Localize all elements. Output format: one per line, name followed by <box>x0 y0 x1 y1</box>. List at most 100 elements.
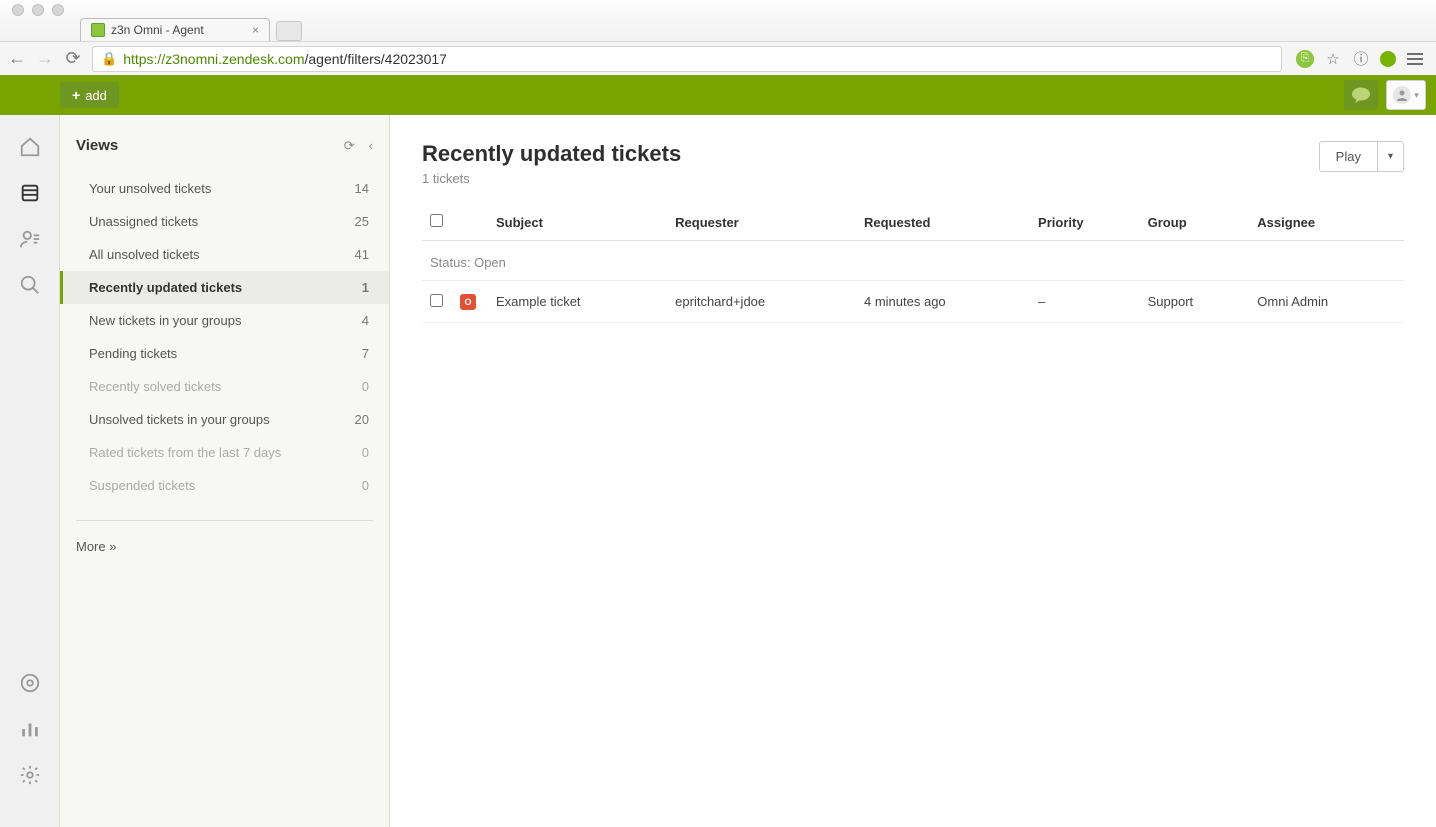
view-item[interactable]: Unassigned tickets 25 <box>60 205 389 238</box>
view-item-label: Unsolved tickets in your groups <box>89 412 270 427</box>
chat-button[interactable] <box>1344 80 1378 110</box>
home-icon[interactable] <box>18 135 42 159</box>
window-close-icon[interactable] <box>12 4 24 16</box>
row-checkbox[interactable] <box>430 294 443 307</box>
new-tab-button[interactable] <box>276 21 302 41</box>
col-requester[interactable]: Requester <box>667 204 856 241</box>
extension-icon[interactable] <box>1380 51 1396 67</box>
cell-priority: – <box>1030 281 1140 323</box>
url-path: /agent/filters/42023017 <box>305 51 447 67</box>
lock-icon: 🔒 <box>101 51 117 67</box>
url-host: https://z3nomni.zendesk.com <box>123 51 304 67</box>
add-label: add <box>85 88 107 103</box>
view-item-count: 7 <box>362 346 369 361</box>
chrome-menu-icon[interactable] <box>1406 50 1424 68</box>
view-item-count: 20 <box>355 412 369 427</box>
page-title: Recently updated tickets <box>422 141 681 167</box>
view-item-count: 41 <box>355 247 369 262</box>
view-item-label: Rated tickets from the last 7 days <box>89 445 281 460</box>
window-minimize-icon[interactable] <box>32 4 44 16</box>
caret-down-icon: ▾ <box>1414 90 1419 101</box>
cell-group: Support <box>1140 281 1250 323</box>
collapse-icon[interactable]: ‹ <box>369 138 373 154</box>
evernote-icon[interactable]: ⎘ <box>1296 50 1314 68</box>
back-button[interactable]: ← <box>8 48 26 69</box>
view-item[interactable]: Suspended tickets 0 <box>60 469 389 502</box>
browser-tab[interactable]: z3n Omni - Agent × <box>80 18 270 41</box>
views-list: Your unsolved tickets14Unassigned ticket… <box>76 172 373 502</box>
view-item-label: Pending tickets <box>89 346 177 361</box>
cell-assignee: Omni Admin <box>1249 281 1404 323</box>
views-divider <box>76 520 373 521</box>
more-views-link[interactable]: More » <box>76 539 373 554</box>
view-item-count: 0 <box>362 379 369 394</box>
views-icon[interactable] <box>18 181 42 205</box>
view-item-count: 1 <box>362 280 369 295</box>
tab-close-icon[interactable]: × <box>252 23 259 37</box>
url-input[interactable]: 🔒 https://z3nomni.zendesk.com/agent/filt… <box>92 46 1282 72</box>
view-item-count: 25 <box>355 214 369 229</box>
views-panel: Views ⟳ ‹ Your unsolved tickets14Unassig… <box>60 115 390 827</box>
cell-subject: Example ticket <box>488 281 667 323</box>
view-item[interactable]: Your unsolved tickets 14 <box>60 172 389 205</box>
view-item-label: Recently solved tickets <box>89 379 221 394</box>
view-item-count: 4 <box>362 313 369 328</box>
window-zoom-icon[interactable] <box>52 4 64 16</box>
profile-button[interactable]: ▾ <box>1386 80 1426 110</box>
plus-icon: + <box>72 87 80 103</box>
cell-requester: epritchard+jdoe <box>667 281 856 323</box>
browser-chrome: z3n Omni - Agent × ← → ⟳ 🔒 https://z3nom… <box>0 0 1436 75</box>
settings-icon[interactable] <box>18 763 42 787</box>
view-item-label: Unassigned tickets <box>89 214 198 229</box>
favicon-icon <box>91 23 105 37</box>
tab-title: z3n Omni - Agent <box>111 23 204 37</box>
cell-requested: 4 minutes ago <box>856 281 1030 323</box>
main-content: Recently updated tickets 1 tickets Play … <box>390 115 1436 827</box>
view-item[interactable]: All unsolved tickets 41 <box>60 238 389 271</box>
app-topbar: + add ▾ <box>0 75 1436 115</box>
view-item-label: Recently updated tickets <box>89 280 242 295</box>
view-item[interactable]: Unsolved tickets in your groups 20 <box>60 403 389 436</box>
add-button[interactable]: + add <box>60 82 119 108</box>
page-subtitle: 1 tickets <box>422 171 681 186</box>
search-icon[interactable] <box>18 273 42 297</box>
col-priority[interactable]: Priority <box>1030 204 1140 241</box>
app-body: Views ⟳ ‹ Your unsolved tickets14Unassig… <box>0 115 1436 827</box>
info-icon[interactable]: ⓘ <box>1352 50 1370 68</box>
chat-icon <box>1351 87 1371 103</box>
group-heading: Status: Open <box>422 241 1404 281</box>
chrome-actions: ⎘ ☆ ⓘ <box>1292 50 1428 68</box>
forward-button[interactable]: → <box>36 48 54 69</box>
view-item[interactable]: Rated tickets from the last 7 days 0 <box>60 436 389 469</box>
view-item-label: New tickets in your groups <box>89 313 241 328</box>
col-requested[interactable]: Requested <box>856 204 1030 241</box>
view-item-label: Your unsolved tickets <box>89 181 211 196</box>
star-icon[interactable]: ☆ <box>1324 50 1342 68</box>
col-subject[interactable]: Subject <box>488 204 667 241</box>
group-heading-row: Status: Open <box>422 241 1404 281</box>
play-button[interactable]: Play <box>1319 141 1378 172</box>
reports-icon[interactable] <box>18 717 42 741</box>
tickets-table: Subject Requester Requested Priority Gro… <box>422 204 1404 323</box>
refresh-icon[interactable]: ⟳ <box>344 138 355 154</box>
col-group[interactable]: Group <box>1140 204 1250 241</box>
view-item[interactable]: Recently solved tickets 0 <box>60 370 389 403</box>
view-item[interactable]: Recently updated tickets 1 <box>60 271 389 304</box>
table-header-row: Subject Requester Requested Priority Gro… <box>422 204 1404 241</box>
view-item-label: Suspended tickets <box>89 478 195 493</box>
address-bar: ← → ⟳ 🔒 https://z3nomni.zendesk.com/agen… <box>0 41 1436 75</box>
view-item[interactable]: New tickets in your groups 4 <box>60 304 389 337</box>
tab-strip: z3n Omni - Agent × <box>0 15 1436 41</box>
view-item-label: All unsolved tickets <box>89 247 200 262</box>
view-item-count: 0 <box>362 478 369 493</box>
ticket-row[interactable]: OExample ticketepritchard+jdoe4 minutes … <box>422 281 1404 323</box>
customers-icon[interactable] <box>18 227 42 251</box>
view-item-count: 0 <box>362 445 369 460</box>
select-all-checkbox[interactable] <box>430 214 443 227</box>
view-item-count: 14 <box>355 181 369 196</box>
admin-icon[interactable] <box>18 671 42 695</box>
play-dropdown-button[interactable]: ▾ <box>1378 141 1404 172</box>
view-item[interactable]: Pending tickets 7 <box>60 337 389 370</box>
reload-button[interactable]: ⟳ <box>64 48 82 69</box>
col-assignee[interactable]: Assignee <box>1249 204 1404 241</box>
